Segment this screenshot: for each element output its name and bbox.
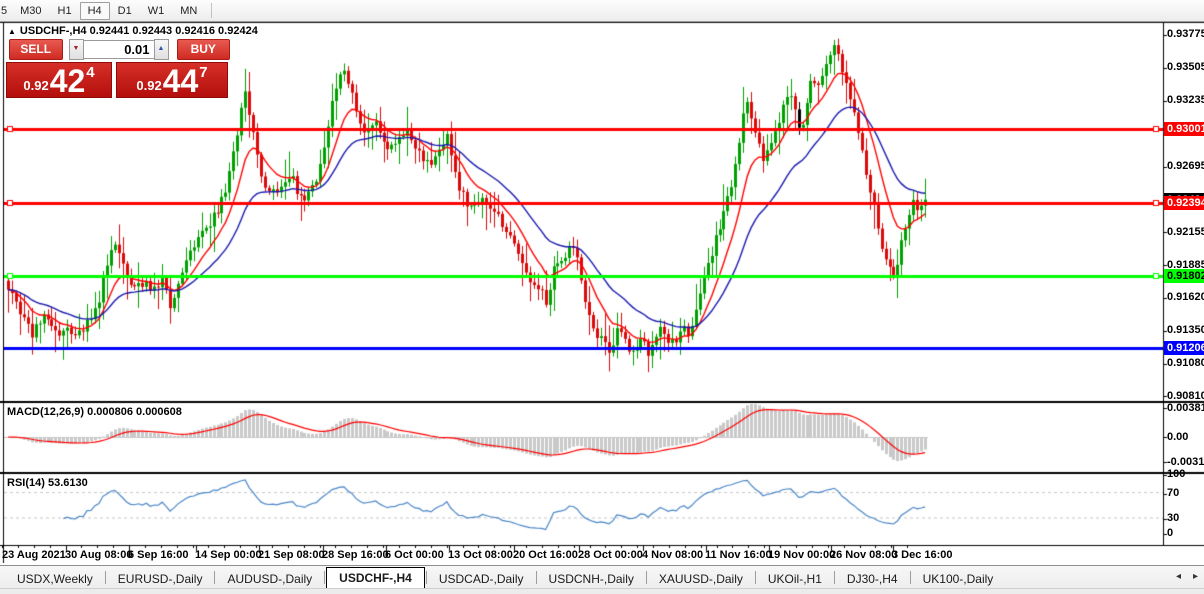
sell-price-big: 42: [49, 63, 86, 99]
buy-price[interactable]: 0.92 44 7: [116, 62, 228, 98]
arrow-up-icon: ▲: [157, 45, 165, 52]
arrow-down-icon: ▼: [72, 45, 80, 52]
tab-usdx-weekly[interactable]: USDX,Weekly: [6, 568, 104, 589]
buy-button[interactable]: BUY: [176, 39, 230, 60]
trading-platform-window: 5M30H1H4D1W1MN ▲USDCHF-,H4 0.92441 0.924…: [0, 0, 1204, 594]
sell-button[interactable]: SELL: [9, 39, 63, 60]
sell-price[interactable]: 0.92 42 4: [6, 62, 112, 98]
volume-stepper: ▼ ▲: [68, 39, 169, 60]
tab-usdcnh-daily[interactable]: USDCNH-,Daily: [538, 568, 645, 589]
tab-separator: [104, 571, 106, 584]
tab-separator: [425, 571, 427, 584]
tab-usdchf-h4[interactable]: USDCHF-,H4: [326, 567, 425, 589]
tab-separator: [833, 571, 835, 584]
chart-title-text: USDCHF-,H4 0.92441 0.92443 0.92416 0.924…: [19, 25, 258, 37]
tab-separator: [645, 571, 647, 584]
tabs-scroll-left-icon[interactable]: ◂: [1176, 571, 1181, 582]
sell-price-pip: 4: [86, 64, 95, 81]
chart-tab-bar: USDX,Weekly EURUSD-,Daily AUDUSD-,Daily USD…: [0, 565, 1204, 589]
tab-xauusd-daily[interactable]: XAUUSD-,Daily: [648, 568, 754, 589]
volume-input[interactable]: [83, 40, 154, 59]
tab-usdcad-daily[interactable]: USDCAD-,Daily: [428, 568, 535, 589]
tab-separator: [754, 571, 756, 584]
tab-dj30-h4[interactable]: DJ30-,H4: [836, 568, 909, 589]
tabs-scroll-right-icon[interactable]: ▸: [1193, 571, 1198, 582]
buy-price-big: 44: [162, 63, 199, 99]
tab-ukoil-h1[interactable]: UKOil-,H1: [757, 568, 833, 589]
tab-audusd-daily[interactable]: AUDUSD-,Daily: [216, 568, 323, 589]
buy-price-pip: 7: [199, 64, 208, 81]
one-click-trade-panel: ▲ USDCHF-,H4 0.92441 0.92443 0.92416 0.92…: [6, 24, 258, 98]
chart-title: ▲ USDCHF-,H4 0.92441 0.92443 0.92416 0.92…: [8, 25, 258, 37]
tab-separator: [324, 571, 326, 584]
tab-uk100-daily[interactable]: UK100-,Daily: [912, 568, 1005, 589]
volume-increase-button[interactable]: ▲: [153, 39, 169, 60]
tab-separator: [535, 571, 537, 584]
volume-decrease-button[interactable]: ▼: [68, 39, 84, 60]
status-strip: [0, 588, 1204, 594]
chart-tabs: USDX,Weekly EURUSD-,Daily AUDUSD-,Daily USD…: [0, 566, 1004, 589]
buy-price-base: 0.92: [136, 78, 162, 93]
tab-separator: [214, 571, 216, 584]
tab-separator: [909, 571, 911, 584]
collapse-panel-icon[interactable]: ▲: [8, 27, 16, 36]
tab-eurusd-daily[interactable]: EURUSD-,Daily: [107, 568, 214, 589]
sell-price-base: 0.92: [23, 78, 49, 93]
